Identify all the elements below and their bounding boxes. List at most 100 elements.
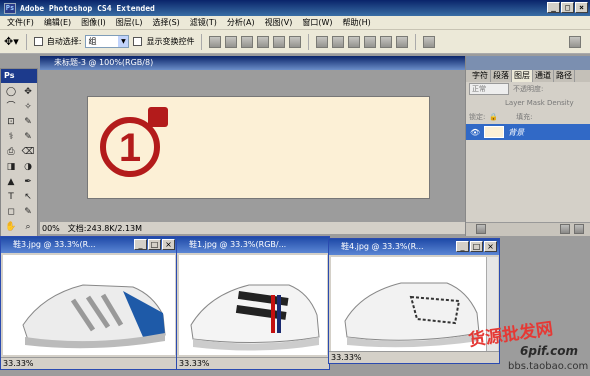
distribute-right-icon[interactable] bbox=[396, 35, 409, 48]
close-icon[interactable]: × bbox=[162, 239, 175, 250]
link-layers-icon[interactable] bbox=[476, 224, 486, 234]
layers-panel: 字符 段落 图层 通道 路径 正常 不透明度: Layer Mask Densi… bbox=[465, 56, 590, 236]
layer-thumbnail bbox=[484, 126, 505, 138]
eyedropper-icon[interactable]: ✎ bbox=[20, 115, 36, 129]
shoe-image[interactable] bbox=[3, 255, 175, 355]
layers-panel-footer bbox=[466, 222, 590, 236]
shoe-illustration bbox=[190, 284, 320, 351]
brush-tool-icon[interactable]: ✎ bbox=[20, 130, 36, 144]
maximize-icon[interactable]: □ bbox=[148, 239, 161, 250]
lasso-tool-icon[interactable]: ⌒ bbox=[3, 100, 19, 114]
auto-select-value: 组 bbox=[88, 37, 97, 46]
auto-select-checkbox[interactable] bbox=[33, 37, 43, 46]
distribute-bottom-icon[interactable] bbox=[348, 35, 361, 48]
watermark-site: 6pif.com bbox=[520, 344, 579, 358]
marquee-tool-icon[interactable]: ◯ bbox=[3, 85, 19, 99]
menu-analysis[interactable]: 分析(A) bbox=[222, 17, 260, 28]
tab-channels[interactable]: 通道 bbox=[533, 70, 554, 82]
lock-label: 锁定: bbox=[469, 113, 486, 121]
close-icon[interactable]: × bbox=[575, 2, 588, 13]
align-bottom-icon[interactable] bbox=[241, 35, 254, 48]
layer-row[interactable]: 👁 背景 bbox=[466, 124, 590, 140]
chevron-down-icon: ▼ bbox=[118, 36, 129, 47]
fill-label: 填充: bbox=[516, 113, 533, 121]
main-document-title[interactable]: 未标题-3 @ 100%(RGB/8) bbox=[40, 56, 465, 70]
align-left-icon[interactable] bbox=[257, 35, 270, 48]
shape-tool-icon[interactable]: ◻ bbox=[3, 205, 19, 219]
notes-tool-icon[interactable]: ✎ bbox=[20, 205, 36, 219]
close-icon[interactable]: × bbox=[484, 241, 497, 252]
clone-stamp-icon[interactable]: ⎙ bbox=[3, 145, 19, 159]
app-title-bar: Ps Adobe Photoshop CS4 Extended _ □ × bbox=[0, 0, 590, 16]
zoom-tool-icon[interactable]: ⌕ bbox=[20, 220, 36, 234]
align-hcenter-icon[interactable] bbox=[273, 35, 286, 48]
menu-layer[interactable]: 图层(L) bbox=[111, 17, 148, 28]
tab-paragraph[interactable]: 段落 bbox=[491, 70, 512, 82]
delete-layer-icon[interactable] bbox=[574, 224, 584, 234]
new-layer-icon[interactable] bbox=[560, 224, 570, 234]
minimize-icon[interactable]: _ bbox=[456, 241, 469, 252]
shoe-illustration bbox=[22, 284, 166, 349]
auto-align-icon[interactable] bbox=[423, 35, 436, 48]
menu-edit[interactable]: 编辑(E) bbox=[39, 17, 76, 28]
menu-image[interactable]: 图像(I) bbox=[76, 17, 111, 28]
gradient-tool-icon[interactable]: ◨ bbox=[3, 160, 19, 174]
blend-mode-select[interactable]: 正常 bbox=[469, 83, 509, 95]
menu-view[interactable]: 视图(V) bbox=[260, 17, 298, 28]
opacity-label: 不透明度: bbox=[513, 85, 544, 93]
show-transform-checkbox[interactable] bbox=[133, 37, 143, 46]
window-status-zoom[interactable]: 33.33% bbox=[177, 357, 329, 369]
move-tool-icon[interactable]: ✥ bbox=[20, 85, 36, 99]
main-zoom-level[interactable]: 00% bbox=[42, 224, 60, 233]
type-tool-icon[interactable]: T bbox=[3, 190, 19, 204]
window-status-zoom[interactable]: 33.33% bbox=[329, 351, 499, 363]
move-tool-icon[interactable]: ✥▾ bbox=[4, 35, 19, 48]
menu-window[interactable]: 窗口(W) bbox=[297, 17, 337, 28]
lock-icon[interactable]: 🔒 bbox=[489, 113, 498, 121]
distribute-hcenter-icon[interactable] bbox=[380, 35, 393, 48]
menu-help[interactable]: 帮助(H) bbox=[338, 17, 376, 28]
distribute-vcenter-icon[interactable] bbox=[332, 35, 345, 48]
hand-tool-icon[interactable]: ✋ bbox=[3, 220, 19, 234]
maximize-icon[interactable]: □ bbox=[561, 2, 574, 13]
auto-select-dropdown[interactable]: 组 ▼ bbox=[85, 35, 130, 48]
document-size-info: 文档:243.8K/2.13M bbox=[67, 223, 143, 233]
document-window-shoe1: 鞋1.jpg @ 33.3%(RGB/... 33.33% bbox=[176, 236, 330, 370]
align-right-icon[interactable] bbox=[289, 35, 302, 48]
eye-icon[interactable]: 👁 bbox=[470, 128, 480, 137]
pen-tool-icon[interactable]: ✒ bbox=[20, 175, 36, 189]
path-select-icon[interactable]: ↖ bbox=[20, 190, 36, 204]
document-canvas[interactable]: 1 bbox=[87, 96, 430, 199]
maximize-icon[interactable]: □ bbox=[470, 241, 483, 252]
options-separator bbox=[201, 33, 203, 50]
tab-layers[interactable]: 图层 bbox=[512, 70, 533, 82]
minimize-icon[interactable]: _ bbox=[134, 239, 147, 250]
main-status-bar: 00% 文档:243.8K/2.13M bbox=[40, 222, 465, 234]
shoe-image[interactable] bbox=[179, 255, 327, 355]
shoe-image[interactable] bbox=[331, 257, 487, 351]
menu-filter[interactable]: 滤镜(T) bbox=[185, 17, 222, 28]
eraser-tool-icon[interactable]: ⌫ bbox=[20, 145, 36, 159]
distribute-left-icon[interactable] bbox=[364, 35, 377, 48]
align-vcenter-icon[interactable] bbox=[225, 35, 238, 48]
distribute-top-icon[interactable] bbox=[316, 35, 329, 48]
window-status-zoom[interactable]: 33.33% bbox=[1, 357, 177, 369]
options-bar: ✥▾ 自动选择: 组 ▼ 显示变换控件 bbox=[0, 30, 590, 54]
layer-name: 背景 bbox=[508, 127, 525, 137]
align-top-icon[interactable] bbox=[209, 35, 222, 48]
magic-wand-icon[interactable]: ✧ bbox=[20, 100, 36, 114]
blur-tool-icon[interactable]: ▲ bbox=[3, 175, 19, 189]
crop-tool-icon[interactable]: ⊡ bbox=[3, 115, 19, 129]
workspace-icon[interactable] bbox=[569, 35, 582, 48]
menu-file[interactable]: 文件(F) bbox=[2, 17, 39, 28]
menu-select[interactable]: 选择(S) bbox=[147, 17, 184, 28]
minimize-icon[interactable]: _ bbox=[547, 2, 560, 13]
dodge-tool-icon[interactable]: ◑ bbox=[20, 160, 36, 174]
tab-paths[interactable]: 路径 bbox=[554, 70, 575, 82]
tab-character[interactable]: 字符 bbox=[470, 70, 491, 82]
window-title[interactable]: 鞋1.jpg @ 33.3%(RGB/... bbox=[177, 237, 329, 253]
healing-brush-icon[interactable]: ⚕ bbox=[3, 130, 19, 144]
tools-panel-title: Ps bbox=[1, 69, 37, 83]
options-separator bbox=[25, 33, 27, 50]
number-one-logo: 1 bbox=[100, 107, 168, 177]
